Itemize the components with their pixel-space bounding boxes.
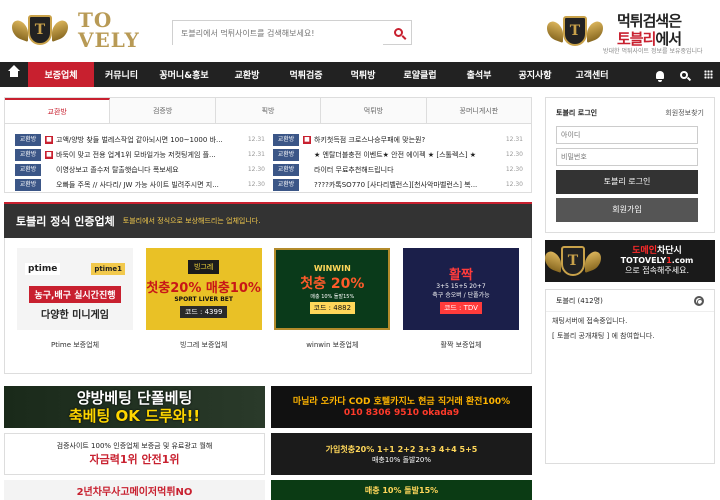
nav-item-scam[interactable]: 먹튀방 <box>337 62 389 87</box>
list-item[interactable]: 교환방 ????카톡SO770 [사다리벨런스][천사악마벨런스] 복... 12.… <box>273 177 523 192</box>
main-content: 교환방 검증방 픽방 먹튀방 꽁머니게시판 교환방 ■ 고액/양방 찾들 벌레스작업… <box>4 97 532 374</box>
cert-item-winwin[interactable]: WINWIN 첫충 20% 매충 10% 돌발15% 코드 : 4882 win… <box>274 248 391 363</box>
tab-verify[interactable]: 검증방 <box>110 98 216 123</box>
nav-item-guarantee[interactable]: 보증업체 <box>28 62 94 87</box>
shield-logo-icon: T <box>545 244 601 278</box>
tab-freemoney[interactable]: 꽁머니게시판 <box>426 98 532 123</box>
menu-button[interactable] <box>696 62 720 87</box>
post-list: 교환방 ■ 고액/양방 찾들 벌레스작업 같아뇌시면 100~1000 바... 12… <box>4 123 532 193</box>
signup-button[interactable]: 회원가입 <box>556 198 698 222</box>
password-field[interactable] <box>556 148 698 166</box>
chat-message: [ 토블리 공개채팅 ] 에 참여합니다. <box>552 332 655 340</box>
cert-banner-image: 빙그레 첫충20% 매충10% SPORT LIVER BET 코드 : 439… <box>145 248 262 330</box>
logo-text: TO VELY <box>78 8 140 52</box>
page: T TO VELY T 먹튀검색은 토블리에서 방대한 먹튀사이트 정보를 보유… <box>0 0 720 500</box>
bell-icon <box>656 70 664 82</box>
gear-icon[interactable] <box>694 295 704 306</box>
nav-item-verify[interactable]: 먹튀검증 <box>275 62 337 87</box>
list-item[interactable]: 교환방 ★ 엔탈더블충전 이벤트★ 안전 에이젝 ★ [스톨렉스] ★ 12.30 <box>273 147 523 162</box>
hot-icon: ■ <box>45 150 53 159</box>
cert-list: ptime ptime1 농구,배구 실시간진행 다양한 미니게임 Ptime 보… <box>4 238 532 374</box>
search-button[interactable] <box>385 21 411 44</box>
find-account-link[interactable]: 회원정보찾기 <box>665 108 704 118</box>
nav-item-support[interactable]: 고객센터 <box>563 62 621 87</box>
cert-banner-image: ptime ptime1 농구,배구 실시간진행 다양한 미니게임 <box>17 248 133 330</box>
grid-menu-icon <box>703 70 713 79</box>
tab-pick[interactable]: 픽방 <box>215 98 322 123</box>
main-nav: 보증업체 커뮤니티 꽁머니&홍보 교환방 먹튀검증 먹튀방 로얄클럽 출석부 공… <box>0 62 720 87</box>
sidebar: 토블리 로그인 회원정보찾기 토블리 로그인 회원가입 T 도메인차단시 TOT… <box>545 97 715 464</box>
list-item[interactable]: 교환방 ■ 하키첫득점 크로스나승무패에 맞는뭔? 12.31 <box>273 132 523 147</box>
nav-item-exchange[interactable]: 교환방 <box>219 62 275 87</box>
cert-name: Ptime 보증업체 <box>50 341 100 349</box>
cert-title: 토블리 정식 인증업체 <box>16 215 115 228</box>
ad-banner[interactable]: 2년차무사고메이저먹튀NO <box>4 480 265 500</box>
cert-name: winwin 보증업체 <box>306 341 359 349</box>
home-button[interactable] <box>0 62 28 87</box>
promo-line-3: 방대한 먹튀사이트 정보를 보유중입니다 <box>603 48 703 55</box>
hot-icon: ■ <box>303 135 311 144</box>
tab-exchange[interactable]: 교환방 <box>5 98 111 123</box>
post-column-left: 교환방 ■ 고액/양방 찾들 벌레스작업 같아뇌시면 100~1000 바... 12… <box>15 132 265 192</box>
cert-subtitle: 토블리에서 정식으로 보상해드리는 업체입니다. <box>122 217 261 225</box>
ad-banners: 양방베팅 단폴베팅 축베팅 OK 드루와!! 마닐라 오카다 COD 호텔카지노 … <box>4 386 532 500</box>
nav-search-button[interactable] <box>672 62 696 87</box>
site-search <box>172 20 412 45</box>
chat-panel: 토블리 (412명) 채팅서버에 접속중입니다. [ 토블리 공개채팅 ] 에 … <box>545 289 715 464</box>
cert-name: 빙그레 보증업체 <box>180 341 228 349</box>
login-title: 토블리 로그인 <box>556 109 598 117</box>
cert-item-ptime[interactable]: ptime ptime1 농구,배구 실시간진행 다양한 미니게임 Ptime 보… <box>17 248 133 363</box>
chat-message: 채팅서버에 접속중입니다. <box>552 317 628 325</box>
cert-banner-image: 활짝 3+5 15+5 20+7 축구 승오버 / 단폴가능 코드 : TDV <box>402 248 519 330</box>
post-column-right: 교환방 ■ 하키첫득점 크로스나승무패에 맞는뭔? 12.31 교환방 ★ 엔탈더블충전… <box>273 132 523 192</box>
list-item[interactable]: 교환방 라이터 무료추천해드립니다 12.30 <box>273 162 523 177</box>
nav-item-community[interactable]: 커뮤니티 <box>94 62 149 87</box>
nav-item-freemoney[interactable]: 꽁머니&홍보 <box>149 62 219 87</box>
nav-item-attendance[interactable]: 출석부 <box>451 62 507 87</box>
cert-banner-image: WINWIN 첫충 20% 매충 10% 돌발15% 코드 : 4882 <box>274 248 391 330</box>
shield-promo-icon: T <box>547 14 603 48</box>
username-field[interactable] <box>556 126 698 144</box>
header-promo: T 먹튀검색은 토블리에서 방대한 먹튀사이트 정보를 보유중입니다 <box>545 6 720 56</box>
search-icon <box>393 28 403 37</box>
cert-item-binggrae[interactable]: 빙그레 첫충20% 매충10% SPORT LIVER BET 코드 : 439… <box>145 248 262 363</box>
ad-banner[interactable]: 가입첫충20% 1+1 2+2 3+3 4+4 5+5 매충10% 돌발20% <box>271 433 532 475</box>
home-icon <box>8 65 20 79</box>
search-input[interactable] <box>173 22 383 45</box>
search-icon <box>680 70 688 79</box>
tab-scam[interactable]: 먹튀방 <box>321 98 427 123</box>
list-item[interactable]: 교환방 ■ 바둑이 맞고 전용 업계1위 모바일가능 저컷팅게임 플... 12.31 <box>15 147 265 162</box>
cert-header: 토블리 정식 인증업체 토블리에서 정식으로 보상해드리는 업체입니다. <box>4 202 532 238</box>
cert-item-hwaljjak[interactable]: 활짝 3+5 15+5 20+7 축구 승오버 / 단폴가능 코드 : TDV … <box>402 248 519 363</box>
chat-title: 토블리 (412명) <box>556 296 603 305</box>
ad-banner[interactable]: 검증사이트 100% 인증업체 보증금 및 유료광고 월해 자금력1위 안전1위 <box>4 433 265 475</box>
shield-logo-icon: T <box>12 13 68 47</box>
ad-banner[interactable]: 양방베팅 단폴베팅 축베팅 OK 드루와!! <box>4 386 265 428</box>
ad-banner[interactable]: 마닐라 오카다 COD 호텔카지노 현금 직거래 환전100% 010 8306 … <box>271 386 532 428</box>
hot-icon: ■ <box>45 135 53 144</box>
list-item[interactable]: 교환방 ■ 고액/양방 찾들 벌레스작업 같아뇌시면 100~1000 바... 12… <box>15 132 265 147</box>
nav-item-notice[interactable]: 공지사항 <box>507 62 563 87</box>
site-logo[interactable]: T TO VELY <box>12 8 140 52</box>
login-panel: 토블리 로그인 회원정보찾기 토블리 로그인 회원가입 <box>545 97 715 233</box>
notification-button[interactable] <box>648 62 672 87</box>
domain-notice-banner[interactable]: T 도메인차단시 TOTOVELY1.com 으로 접속해주세요. <box>545 240 715 282</box>
nav-item-royal[interactable]: 로얄클럽 <box>389 62 451 87</box>
cert-name: 활짝 보증업체 <box>440 341 482 349</box>
login-button[interactable]: 토블리 로그인 <box>556 170 698 194</box>
list-item[interactable]: 교환방 오빠들 주목 // 사다리/ JW 가능 사이트 빌려주시면 지... 12… <box>15 177 265 192</box>
ad-banner[interactable]: 매충 10% 돌발15% <box>271 480 532 500</box>
list-item[interactable]: 교환방 이영상보고 졸수저 탈출햇습니다 폭보세요 12.30 <box>15 162 265 177</box>
board-tabs: 교환방 검증방 픽방 먹튀방 꽁머니게시판 <box>4 97 532 123</box>
site-header: T TO VELY T 먹튀검색은 토블리에서 방대한 먹튀사이트 정보를 보유… <box>0 0 720 62</box>
